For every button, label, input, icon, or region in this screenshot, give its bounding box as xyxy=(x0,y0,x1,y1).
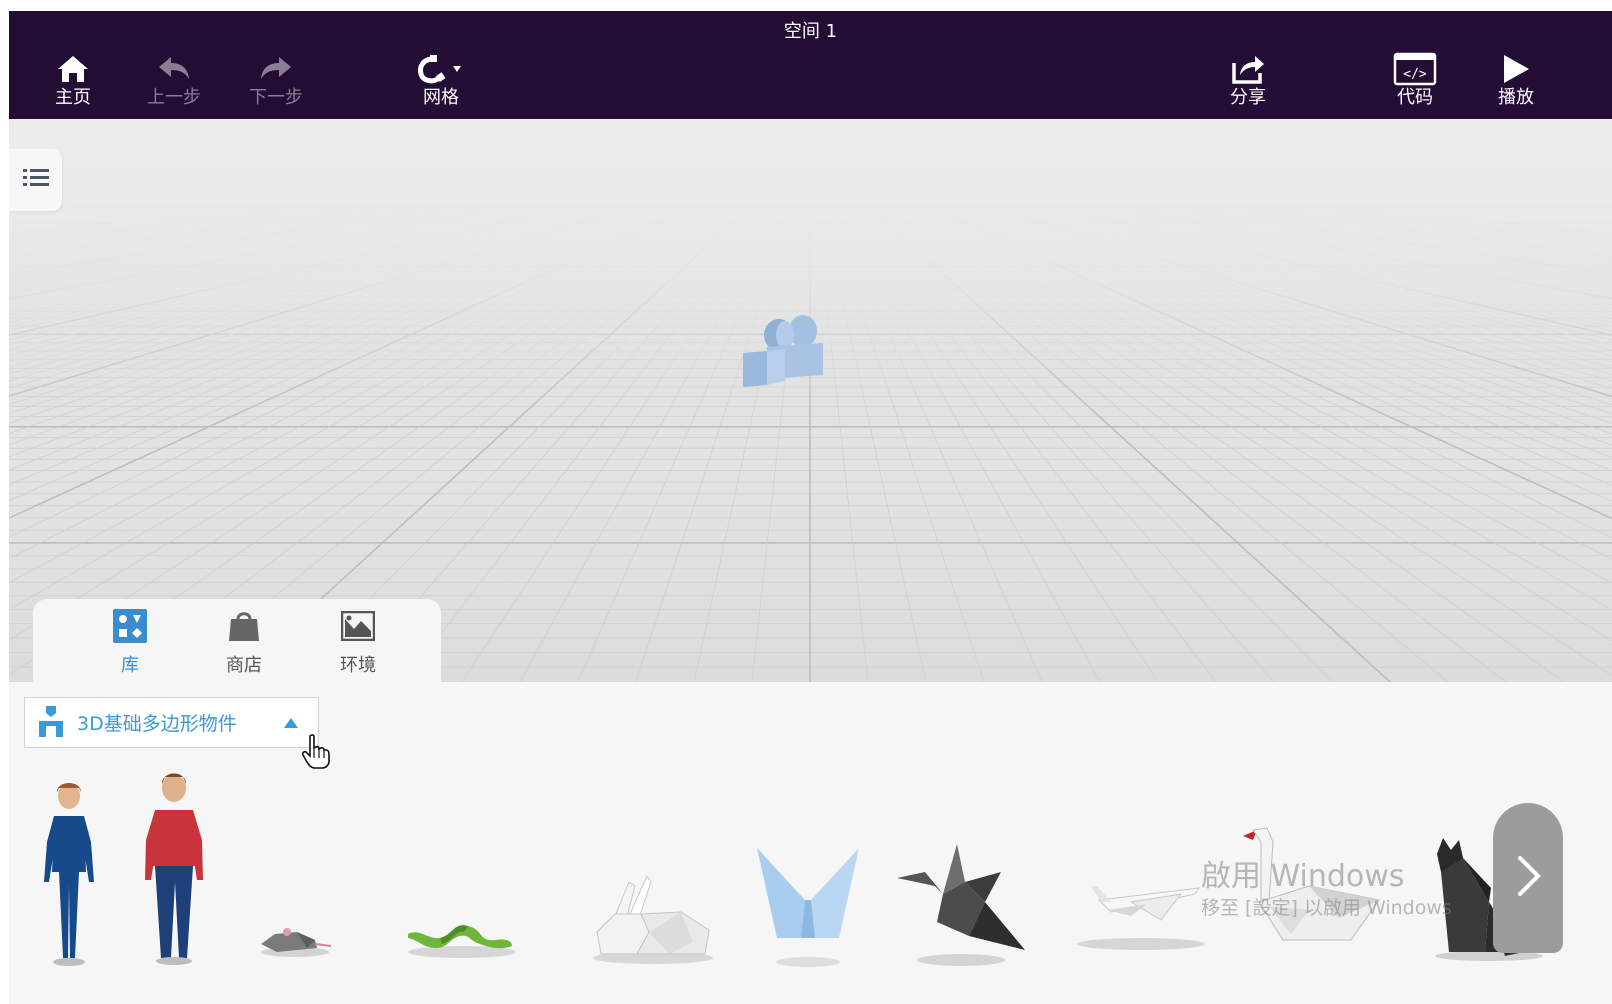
grid-label: 网格 xyxy=(423,87,459,108)
library-icon xyxy=(113,607,147,645)
chevron-right-icon xyxy=(1514,854,1542,902)
play-icon xyxy=(1501,51,1531,87)
model-snake[interactable] xyxy=(404,912,520,962)
model-mouse[interactable] xyxy=(257,922,333,962)
hand-cursor-icon xyxy=(301,734,331,774)
svg-text:</>: </> xyxy=(1403,67,1427,82)
scene-outline-button[interactable] xyxy=(9,149,62,211)
play-label: 播放 xyxy=(1498,87,1534,108)
tab-store[interactable]: 商店 xyxy=(199,607,289,677)
magnet-icon xyxy=(415,51,467,87)
undo-icon xyxy=(157,51,191,87)
tab-environment[interactable]: 环境 xyxy=(313,607,403,677)
model-swan[interactable] xyxy=(1239,822,1389,952)
3d-viewport[interactable] xyxy=(9,119,1612,682)
model-crane-bird[interactable] xyxy=(895,842,1035,972)
model-rabbit[interactable] xyxy=(589,872,717,968)
category-label: 3D基础多边形物件 xyxy=(77,713,237,735)
grid-snap-button[interactable]: 网格 xyxy=(399,51,483,117)
store-bag-icon xyxy=(227,607,261,645)
ground-grid xyxy=(9,119,1612,682)
model-butterfly[interactable] xyxy=(753,842,863,972)
top-toolbar: 空间 1 主页 上一步 下一步 网格 分享 </> 代码 播放 xyxy=(9,11,1612,119)
undo-label: 上一步 xyxy=(147,87,201,108)
list-icon xyxy=(22,167,49,193)
next-models-button[interactable] xyxy=(1493,803,1563,953)
tab-store-label: 商店 xyxy=(226,655,262,676)
home-label: 主页 xyxy=(55,87,91,108)
redo-button[interactable]: 下一步 xyxy=(234,51,318,117)
model-airplane[interactable] xyxy=(1071,872,1211,952)
tab-library[interactable]: 库 xyxy=(85,607,175,677)
library-tab-bar: 库 商店 环境 xyxy=(33,599,441,683)
code-label: 代码 xyxy=(1397,87,1433,108)
play-button[interactable]: 播放 xyxy=(1474,51,1558,117)
code-button[interactable]: </> 代码 xyxy=(1373,51,1457,117)
redo-label: 下一步 xyxy=(249,87,303,108)
tab-library-label: 库 xyxy=(121,655,139,676)
library-panel: 3D基础多边形物件 啟用 Windows 移至 [設定] 以啟用 Windows xyxy=(9,682,1612,1004)
undo-button[interactable]: 上一步 xyxy=(132,51,216,117)
basic-shapes-icon xyxy=(37,704,65,742)
model-female-character[interactable] xyxy=(39,772,99,972)
share-icon xyxy=(1230,51,1266,87)
share-label: 分享 xyxy=(1230,87,1266,108)
category-dropdown[interactable]: 3D基础多边形物件 xyxy=(24,697,330,769)
share-button[interactable]: 分享 xyxy=(1206,51,1290,117)
app-window: 空间 1 主页 上一步 下一步 网格 分享 </> 代码 播放 库 商店 环境 … xyxy=(9,11,1612,1004)
redo-icon xyxy=(259,51,293,87)
home-button[interactable]: 主页 xyxy=(31,51,115,117)
environment-image-icon xyxy=(341,607,375,645)
scene-camera-object[interactable] xyxy=(739,307,829,395)
tab-environment-label: 环境 xyxy=(340,655,376,676)
model-male-character[interactable] xyxy=(141,762,207,972)
caret-up-icon xyxy=(283,714,299,733)
model-list xyxy=(9,772,1612,1004)
home-icon xyxy=(56,51,90,87)
code-icon: </> xyxy=(1393,51,1437,87)
space-title[interactable]: 空间 1 xyxy=(9,17,1612,43)
